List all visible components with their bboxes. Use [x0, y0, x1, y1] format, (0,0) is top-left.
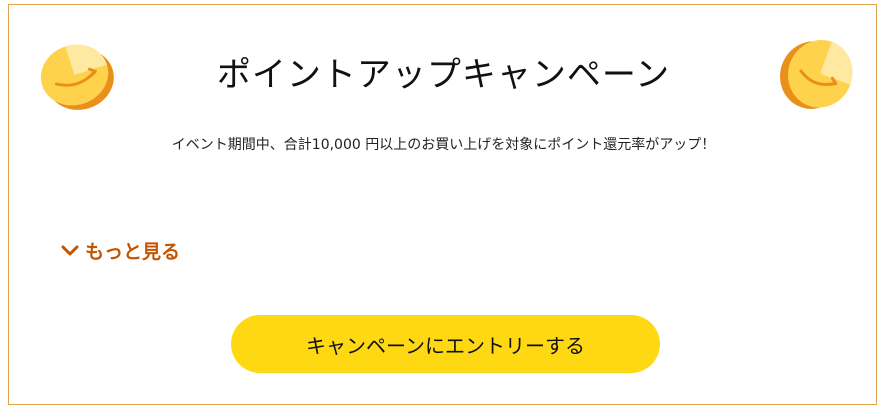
campaign-entry-button[interactable]: キャンペーンにエントリーする [231, 315, 660, 373]
campaign-entry-label: キャンペーンにエントリーする [306, 333, 585, 358]
show-more-link[interactable]: もっと見る [59, 237, 180, 264]
chevron-down-icon [61, 245, 79, 255]
campaign-card: ポイントアップキャンペーン イベント期間中、合計10,000 円以上のお買い上げ… [8, 4, 877, 405]
campaign-description: イベント期間中、合計10,000 円以上のお買い上げを対象にポイント還元率がアッ… [171, 137, 716, 153]
show-more-label: もっと見る [85, 241, 181, 263]
campaign-title: ポイントアップキャンペーン [216, 55, 671, 95]
